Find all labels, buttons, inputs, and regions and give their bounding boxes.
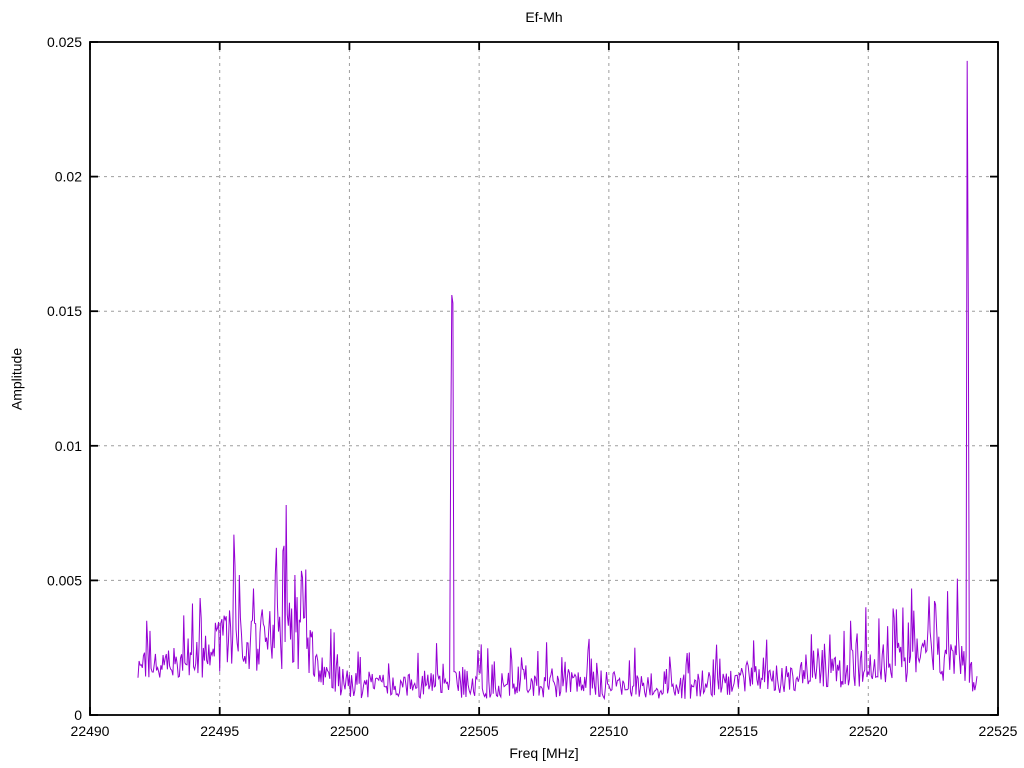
y-tick-label: 0.01 [55,438,82,454]
x-tick-label: 22495 [200,723,239,739]
y-tick-label: 0.025 [47,34,82,50]
x-tick-label: 22500 [330,723,369,739]
plot-border [89,41,999,716]
y-tick-label: 0.005 [47,572,82,588]
x-tick-label: 22515 [719,723,758,739]
x-tick-label: 22525 [979,723,1018,739]
series-ef-mh-trace [137,60,978,701]
x-tick-label: 22490 [71,723,110,739]
chart-figure: Ef-Mh Amplitude Freq [MHz] 22490 22495 225… [0,0,1024,768]
y-tick-label: 0.015 [47,303,82,319]
plot-canvas: 22490 22495 22500 22505 22510 22515 22520 22525… [47,34,1018,739]
x-tick-label: 22510 [589,723,628,739]
x-tick-label: 22520 [849,723,888,739]
y-tick-label: 0 [74,707,82,723]
x-tick-label: 22505 [460,723,499,739]
y-tick-label: 0.02 [55,169,82,185]
